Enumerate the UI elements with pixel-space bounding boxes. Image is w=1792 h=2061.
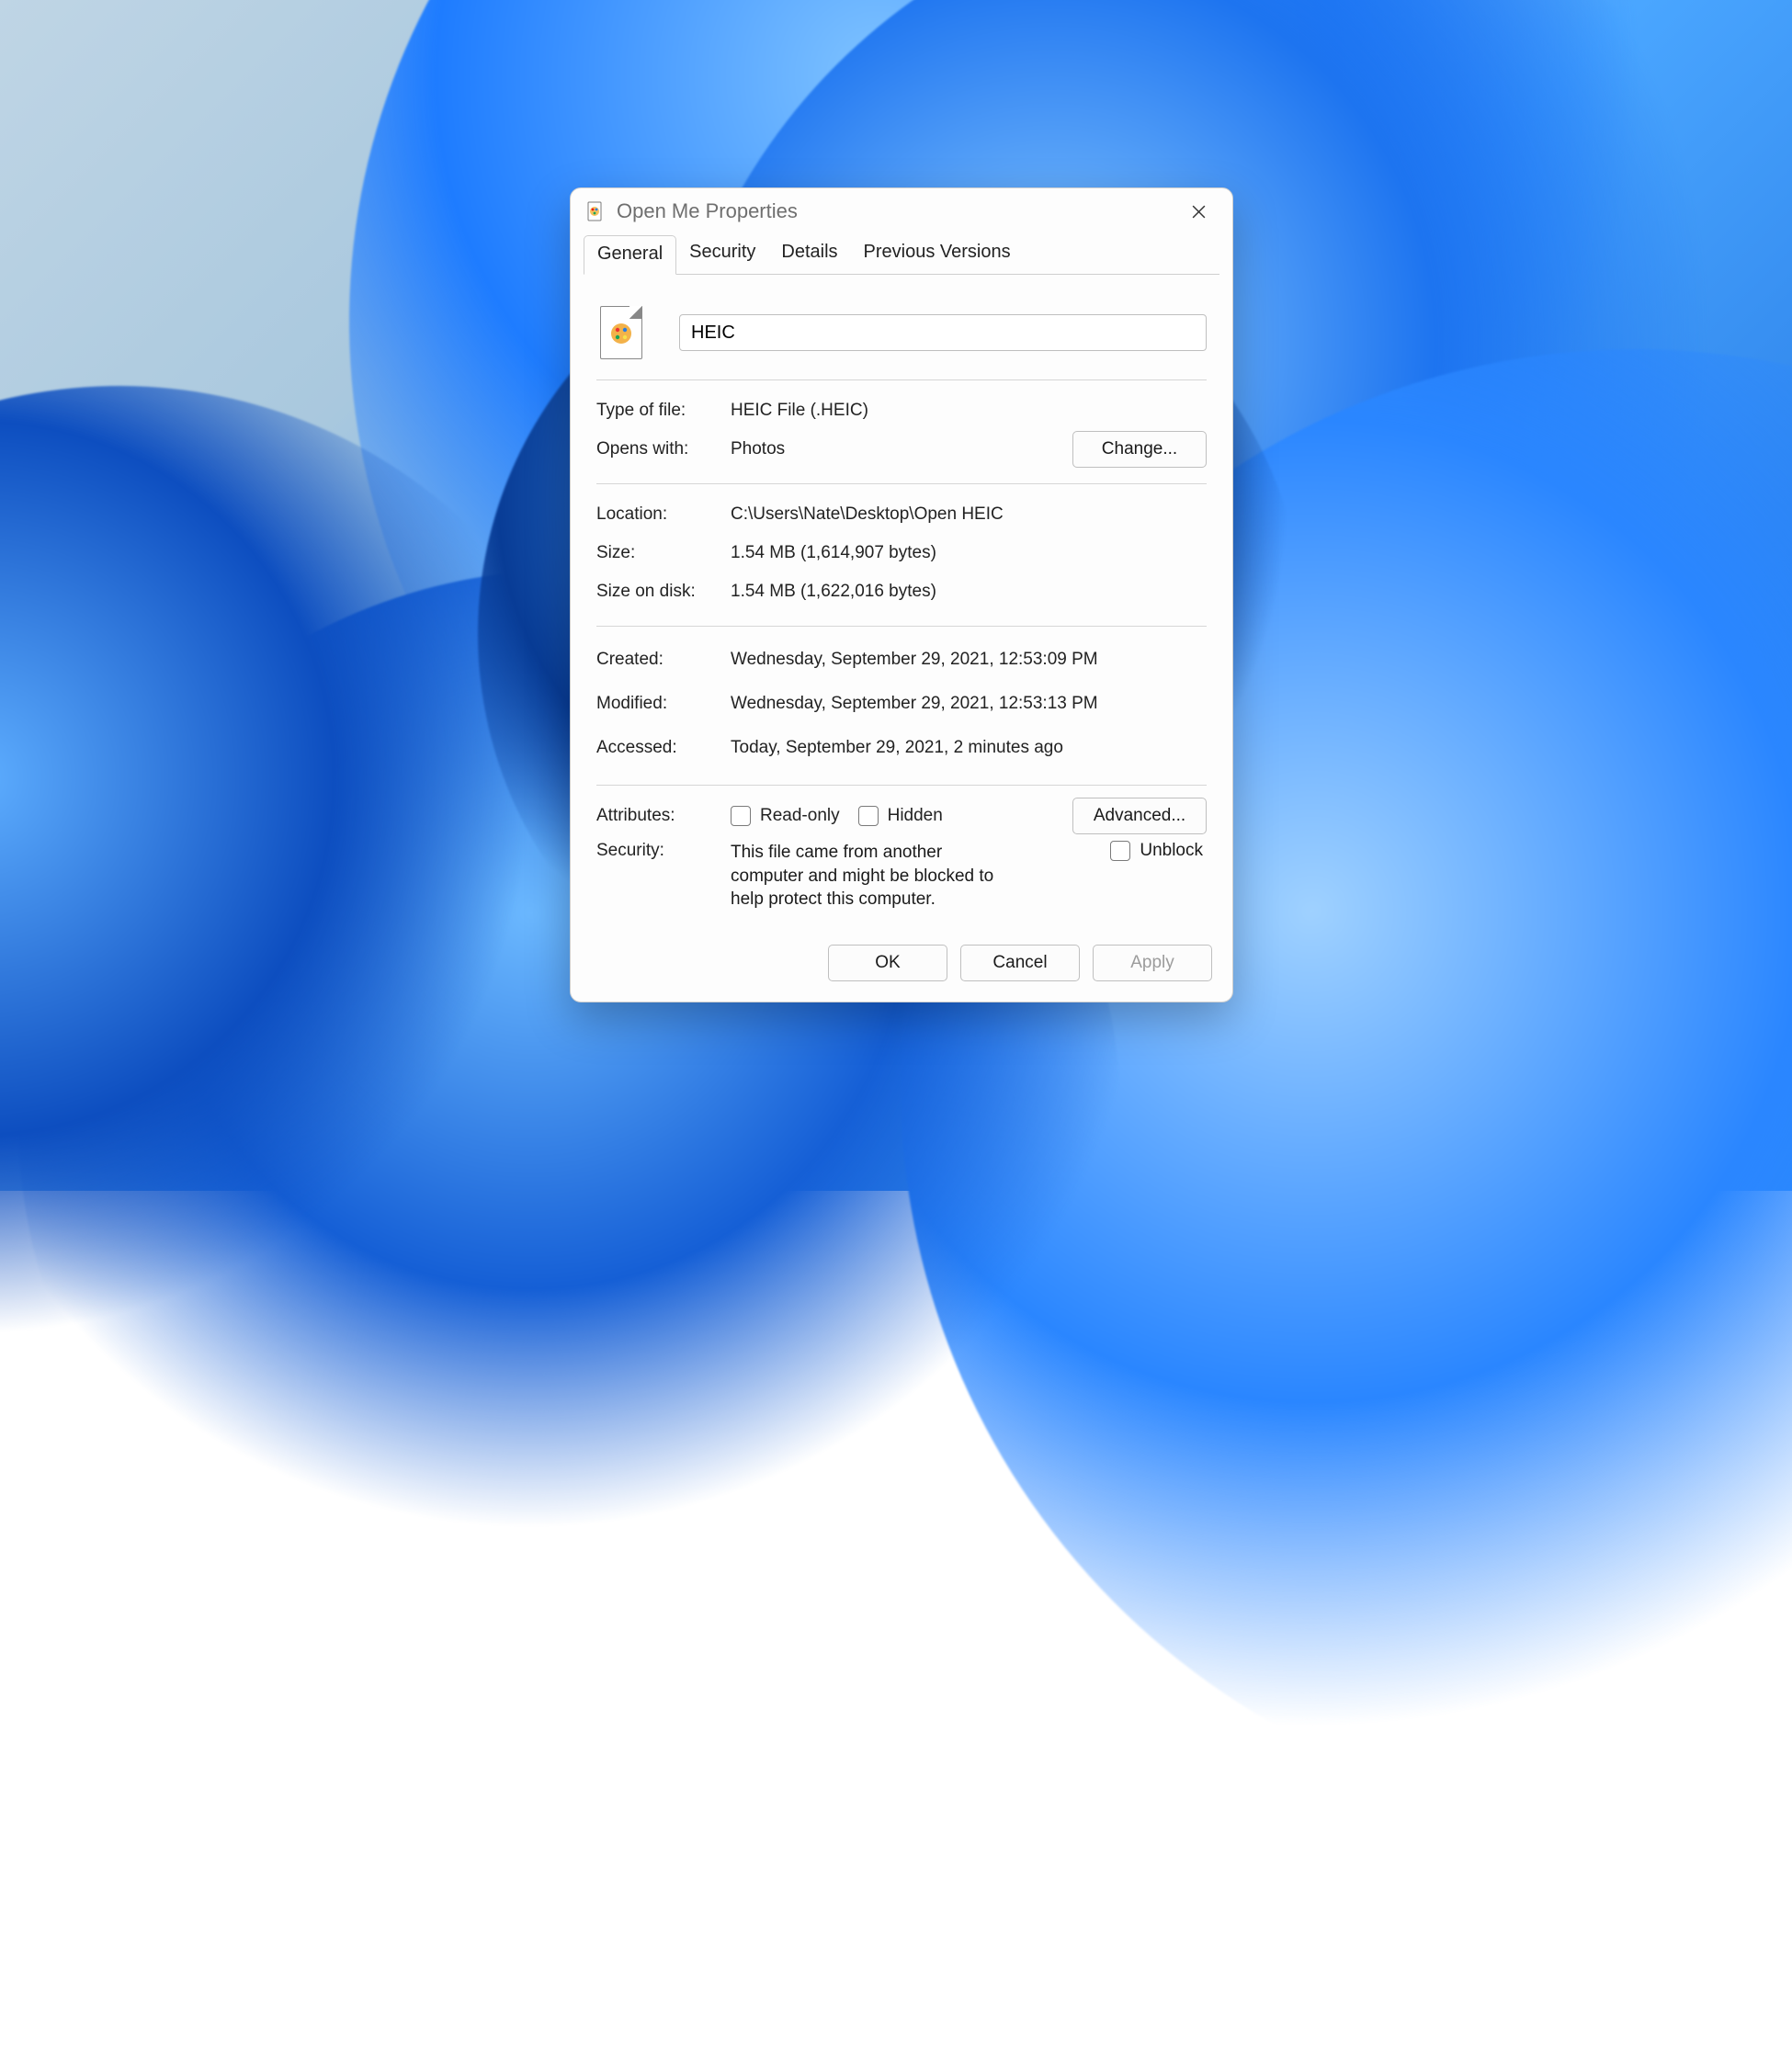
titlebar[interactable]: Open Me Properties	[571, 188, 1232, 234]
value-size: 1.54 MB (1,614,907 bytes)	[731, 543, 1207, 563]
readonly-checkbox[interactable]: Read-only	[731, 806, 840, 826]
readonly-label: Read-only	[760, 806, 840, 826]
unblock-label: Unblock	[1140, 841, 1203, 861]
tab-previous-versions[interactable]: Previous Versions	[851, 234, 1024, 274]
dialog-footer: OK Cancel Apply	[571, 930, 1232, 1002]
checkbox-icon	[1110, 841, 1130, 861]
value-modified: Wednesday, September 29, 2021, 12:53:13 …	[731, 694, 1207, 714]
advanced-button[interactable]: Advanced...	[1072, 798, 1207, 834]
value-created: Wednesday, September 29, 2021, 12:53:09 …	[731, 650, 1207, 670]
label-accessed: Accessed:	[596, 738, 723, 758]
properties-dialog: Open Me Properties General Security Deta…	[570, 187, 1233, 1002]
general-panel: Type of file: HEIC File (.HEIC) Opens wi…	[571, 275, 1232, 930]
checkbox-icon	[731, 806, 751, 826]
titlebar-file-icon	[585, 201, 606, 221]
tab-strip: General Security Details Previous Versio…	[571, 234, 1232, 274]
value-type: HEIC File (.HEIC)	[731, 401, 1207, 421]
label-opens-with: Opens with:	[596, 439, 723, 459]
unblock-checkbox[interactable]: Unblock	[1110, 841, 1203, 861]
filename-input[interactable]	[679, 314, 1207, 351]
label-created: Created:	[596, 650, 723, 670]
change-button[interactable]: Change...	[1072, 431, 1207, 468]
close-icon	[1191, 204, 1207, 220]
label-modified: Modified:	[596, 694, 723, 714]
value-opens-with: Photos	[731, 439, 1065, 459]
apply-button[interactable]: Apply	[1093, 945, 1212, 981]
hidden-label: Hidden	[888, 806, 943, 826]
security-message: This file came from another computer and…	[731, 841, 1015, 912]
label-location: Location:	[596, 504, 723, 525]
value-location: C:\Users\Nate\Desktop\Open HEIC	[731, 504, 1207, 525]
tab-general[interactable]: General	[584, 235, 676, 275]
label-type: Type of file:	[596, 401, 723, 421]
ok-button[interactable]: OK	[828, 945, 947, 981]
window-title: Open Me Properties	[617, 199, 798, 223]
hidden-checkbox[interactable]: Hidden	[858, 806, 943, 826]
file-type-icon	[600, 306, 642, 359]
label-security: Security:	[596, 841, 723, 861]
checkbox-icon	[858, 806, 879, 826]
tab-details[interactable]: Details	[768, 234, 850, 274]
cancel-button[interactable]: Cancel	[960, 945, 1080, 981]
paint-palette-icon	[609, 322, 633, 345]
label-size-on-disk: Size on disk:	[596, 582, 723, 602]
label-attributes: Attributes:	[596, 806, 723, 826]
label-size: Size:	[596, 543, 723, 563]
value-accessed: Today, September 29, 2021, 2 minutes ago	[731, 738, 1207, 758]
tab-security[interactable]: Security	[676, 234, 768, 274]
close-button[interactable]	[1170, 192, 1227, 231]
value-size-on-disk: 1.54 MB (1,622,016 bytes)	[731, 582, 1207, 602]
